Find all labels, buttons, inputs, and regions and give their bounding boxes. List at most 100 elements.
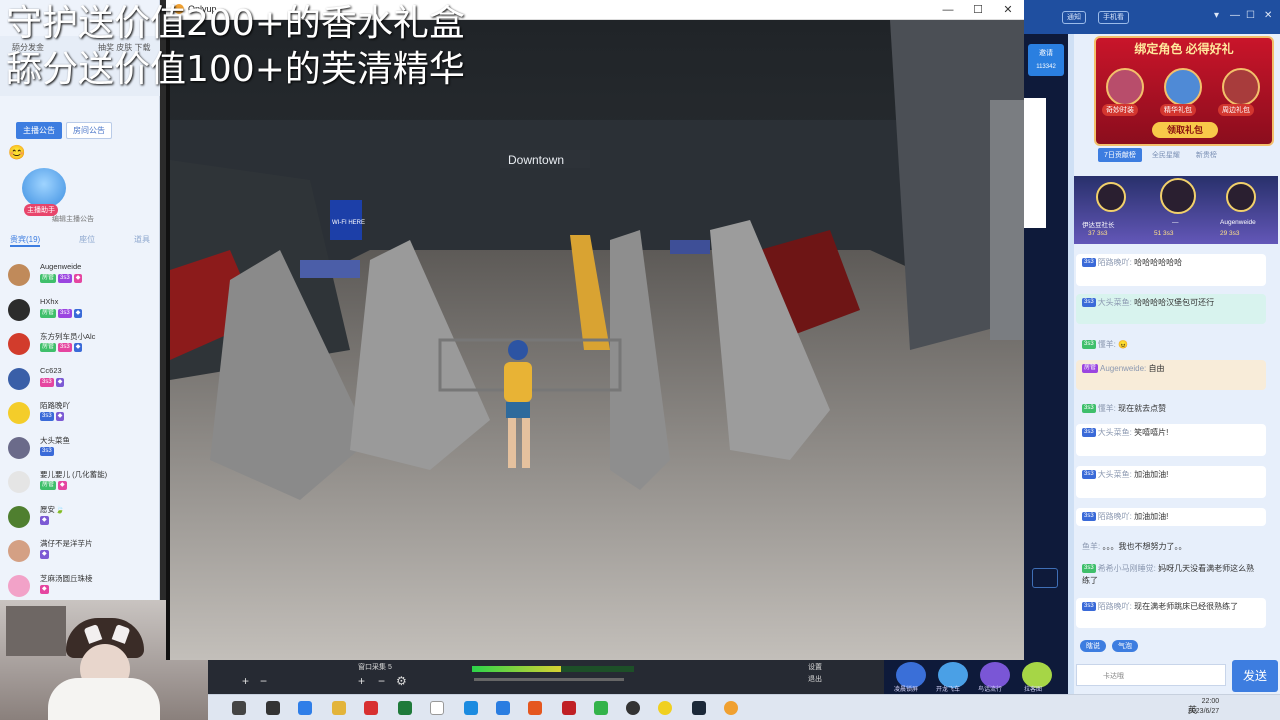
white-panel-edge [1024, 98, 1046, 228]
chat-author[interactable]: 鱼羊: [1082, 542, 1100, 551]
obs-settings-label[interactable]: 设置 [808, 662, 822, 672]
list-item[interactable]: 要儿要儿 (几化蓄能) 房管 ◆ [6, 467, 156, 502]
avatar [8, 333, 30, 355]
user-name: Augenweide [40, 262, 82, 271]
app-icon[interactable] [562, 701, 576, 715]
edit-announcement-link[interactable]: 编辑主播公告 [52, 214, 94, 224]
avatar[interactable] [1160, 178, 1196, 214]
tab-weekly-rank[interactable]: 7日贡献榜 [1098, 148, 1142, 162]
minimize-icon[interactable]: — [1230, 10, 1240, 21]
obs-icon[interactable] [626, 701, 640, 715]
invite-button[interactable]: 邀请 113342 [1028, 44, 1064, 76]
guest-list: Augenweide 房管 3s3 ◆ HXhx 房管 3s3 ◆ 东方列车员小Alc 房管 3… [6, 260, 156, 605]
excel-icon[interactable] [398, 701, 412, 715]
folder-icon[interactable] [332, 701, 346, 715]
avatar [8, 574, 30, 597]
list-item[interactable]: 满仔不是洋芋片 ◆ [6, 536, 156, 571]
chat-author[interactable]: 陌路晚吖: [1098, 258, 1132, 267]
list-item[interactable]: 愿安🍃 ◆ [6, 502, 156, 537]
chat-box-icon[interactable] [1032, 568, 1058, 588]
store-icon[interactable] [266, 701, 280, 715]
chat-text: 加油加油! [1134, 470, 1169, 479]
user-name: 满仔不是洋芋片 [40, 539, 93, 548]
badge: 3s3 [1082, 404, 1096, 414]
chat-author[interactable]: 陌路晚吖: [1098, 512, 1132, 521]
app-icon[interactable] [528, 701, 542, 715]
invite-id: 113342 [1036, 64, 1056, 70]
tab-items[interactable]: 道具 [134, 234, 150, 247]
emoji-icon[interactable]: 😊 [8, 144, 25, 161]
minimize-button[interactable]: — [938, 2, 958, 18]
send-button[interactable]: 发送 [1232, 660, 1278, 692]
badge: ◆ [58, 481, 67, 490]
obs-source-label[interactable]: 窗口采集 5 [358, 662, 392, 672]
tab-star-rank[interactable]: 全民星耀 [1146, 148, 1186, 162]
chat-author[interactable]: 陌路晚吖: [1098, 602, 1132, 611]
chevron-down-icon[interactable]: ▾ [1214, 10, 1219, 21]
chat-author[interactable]: 大头菜鱼: [1098, 298, 1132, 307]
tab-room-announcement[interactable]: 房间公告 [66, 122, 112, 139]
avatar[interactable] [1226, 182, 1256, 212]
assistant-avatar[interactable] [22, 168, 66, 208]
badge-row: ◆ [40, 550, 49, 559]
badge: 房管 [40, 274, 57, 283]
chat-author[interactable]: 希希小马刚睡觉: [1098, 564, 1156, 573]
list-item[interactable]: Cc623 3s3 ◆ [6, 364, 156, 399]
wechat-icon[interactable] [594, 701, 608, 715]
game-viewport[interactable]: Downtown WI-FI HERE [170, 20, 1024, 660]
add-icon[interactable]: + [242, 674, 249, 688]
promo-banner[interactable]: 绑定角色 必得好礼 奇妙时装 精华礼包 周边礼包 领取礼包 [1094, 36, 1274, 146]
chat-author[interactable]: Augenweide: [1100, 364, 1146, 373]
mail-icon[interactable] [496, 701, 510, 715]
task-view-icon[interactable] [232, 701, 246, 715]
edge-icon[interactable] [298, 701, 312, 715]
chat-author[interactable]: 懂羊: [1098, 404, 1116, 413]
browser-icon[interactable] [464, 701, 478, 715]
chat-message: 3s3 希希小马刚睡觉: 妈呀几天没看满老师这么熟练了 [1076, 560, 1266, 590]
list-item[interactable]: 大头菜鱼 3s3 [6, 433, 156, 468]
volume-slider[interactable] [474, 678, 624, 681]
list-item[interactable]: HXhx 房管 3s3 ◆ [6, 295, 156, 330]
chat-chip[interactable]: 瞎说 [1080, 640, 1106, 652]
close-button[interactable]: ✕ [998, 2, 1018, 18]
notify-button[interactable]: 通知 [1062, 11, 1086, 24]
tab-new-rank[interactable]: 新贵榜 [1190, 148, 1223, 162]
list-item[interactable]: Augenweide 房管 3s3 ◆ [6, 260, 156, 295]
user-name: HXhx [40, 296, 59, 306]
gear-icon[interactable]: ⚙ [396, 674, 407, 688]
chat-author[interactable]: 大头菜鱼: [1098, 428, 1132, 437]
rank-tabs: 7日贡献榜 全民星耀 新贵榜 [1098, 148, 1223, 162]
file-icon[interactable] [430, 701, 444, 715]
avatar [8, 471, 30, 493]
user-name: 要儿要儿 (几化蓄能) [40, 470, 108, 479]
badge-row: ◆ [40, 584, 49, 594]
maximize-button[interactable]: ☐ [968, 2, 988, 18]
badge: ◆ [40, 515, 49, 525]
claim-gift-button[interactable]: 领取礼包 [1152, 122, 1218, 138]
badge: ◆ [55, 412, 65, 421]
clock[interactable]: 22:00 2023/6/27 [1188, 697, 1219, 717]
obs-exit-label[interactable]: 退出 [808, 674, 822, 684]
tab-seats[interactable]: 座位 [79, 234, 95, 247]
list-item[interactable]: 陌路晚吖 3s3 ◆ [6, 398, 156, 433]
mobile-button[interactable]: 手机看 [1098, 11, 1129, 24]
maximize-icon[interactable]: ☐ [1246, 10, 1255, 21]
chat-author[interactable]: 大头菜鱼: [1098, 470, 1132, 479]
avatar[interactable] [1096, 182, 1126, 212]
chat-input[interactable]: 卡达哦 [1076, 664, 1226, 686]
remove-icon[interactable]: − [260, 674, 267, 688]
steam-icon[interactable] [692, 701, 706, 715]
app-icon[interactable] [658, 701, 672, 715]
rank-name: 伊达豆社长 [1082, 222, 1115, 229]
list-item[interactable]: 东方列车员小Alc 房管 3s3 ◆ [6, 329, 156, 364]
close-icon[interactable]: ✕ [1264, 10, 1272, 21]
add-icon[interactable]: + [358, 674, 365, 688]
tab-guests[interactable]: 贵宾(19) [10, 234, 41, 247]
game-icon[interactable] [724, 701, 738, 715]
chat-chip[interactable]: 气泡 [1112, 640, 1138, 652]
app-icon[interactable] [364, 701, 378, 715]
chat-author[interactable]: 懂羊: [1098, 340, 1116, 349]
remove-icon[interactable]: − [378, 674, 385, 688]
chat-text: 笑嘻嘻片! [1134, 428, 1169, 437]
tab-host-announcement[interactable]: 主播公告 [16, 122, 62, 139]
